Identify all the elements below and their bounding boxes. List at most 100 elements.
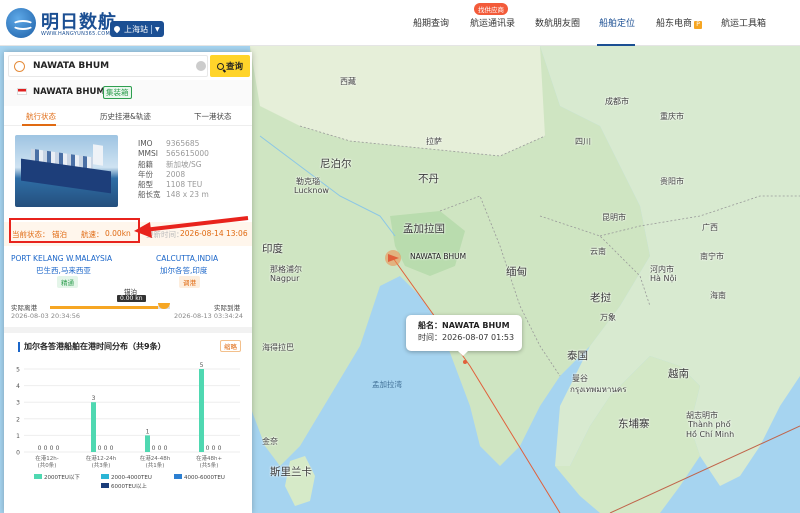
map-label: 南宁市: [700, 252, 724, 261]
bar-value-label: 5: [200, 362, 204, 369]
nav-item-directory[interactable]: 航运通讯录: [470, 16, 515, 30]
nav-item-shop[interactable]: 船东电商 P: [656, 16, 703, 30]
bar-value-label: 0: [56, 445, 60, 452]
popup-time-row: 时间：2026-08-07 01:53: [418, 332, 514, 344]
search-input[interactable]: [33, 59, 193, 73]
map-label: 不丹: [418, 173, 439, 185]
x-tick-label: (共0条): [38, 461, 57, 469]
chart-bar: [91, 402, 96, 452]
map-label: 尼泊尔: [320, 158, 352, 170]
map-label: 孟加拉湾: [372, 380, 402, 389]
clear-icon[interactable]: [196, 61, 206, 71]
station-selector[interactable]: 上海站 ▼: [110, 21, 164, 37]
legend-swatch: [101, 483, 109, 488]
to-port-tag: 调港: [179, 276, 200, 288]
info-value: 9365685: [166, 139, 200, 148]
ship-photo[interactable]: [15, 135, 118, 207]
legend-swatch: [34, 474, 42, 479]
info-value: 新加坡/SG: [166, 159, 202, 169]
collapse-button[interactable]: 缩略: [220, 340, 241, 352]
chart-bar: [145, 435, 150, 452]
info-row: IMO 9365685: [138, 139, 209, 149]
info-row: 年份 2008: [138, 170, 209, 180]
top-header: 明日数航 WWW.HANGYUN365.COM 上海站 ▼ 找供应商 船期查询 …: [0, 0, 800, 46]
map-label: 东埔寨: [618, 418, 650, 430]
ship-header: NAWATA BHUM 集装箱: [4, 80, 252, 106]
tab-history[interactable]: 历史挂港&轨迹: [100, 111, 151, 122]
voyage-progress-fill: [50, 306, 158, 309]
info-row: 船长宽 148 x 23 m: [138, 190, 209, 200]
ship-info: IMO 9365685 MMSI 565615000 船籍 新加坡/SG 年份 2008…: [138, 139, 209, 201]
dwell-time-chart: 0123450 0 0 0在港12h-(共0条)30 0 0在港12-24h(共3条)10…: [16, 362, 240, 490]
from-port[interactable]: PORT KELANG W.MALAYSIA: [11, 254, 112, 263]
bar-value-label: 0: [98, 445, 102, 452]
info-key: 船长宽: [138, 190, 161, 200]
legend-label: 2000TEU以下: [44, 474, 80, 481]
map-label: 印度: [262, 243, 283, 255]
x-tick-label: 在港24-48h: [140, 454, 171, 462]
info-row: 船籍 新加坡/SG: [138, 160, 209, 170]
ship-name: NAWATA BHUM: [33, 87, 105, 97]
from-port-cn: 巴生西,马来西亚: [36, 266, 91, 275]
ship-popup[interactable]: 船名：NAWATA BHUM 时间：2026-08-07 01:53: [406, 315, 522, 356]
map-label: 成都市: [605, 97, 629, 106]
x-tick-label: 在港12h-: [35, 454, 58, 462]
to-port[interactable]: CALCUTTA,INDIA: [156, 254, 218, 263]
map-label: 老挝: [590, 292, 611, 304]
map-label: 万象: [600, 313, 616, 322]
photo-bridge: [93, 144, 103, 166]
tab-next-port[interactable]: 下一港状态: [194, 111, 232, 122]
y-tick-label: 0: [16, 450, 20, 457]
map-label: 西藏: [340, 77, 356, 86]
bar-value-label: 3: [92, 395, 96, 402]
map-label: 昆明市: [602, 213, 626, 222]
info-key: MMSI: [138, 149, 158, 159]
search-button-label: 查询: [225, 62, 243, 72]
station-label: 上海站: [124, 24, 148, 34]
map-label: Hồ Chí Minh: [686, 430, 735, 439]
map-label: Thành phố: [688, 420, 731, 429]
red-arrow-annotation: [134, 216, 249, 238]
map-label: 孟加拉国: [403, 223, 445, 235]
legend-label: 6000TEU以上: [111, 482, 147, 490]
to-port-cn: 加尔各答,印度: [160, 266, 208, 275]
map-label: 云南: [590, 247, 606, 256]
info-value: 1108 TEU: [166, 180, 203, 190]
ship-map-tag[interactable]: NAWATA BHUM: [410, 252, 466, 261]
popup-time-label: 时间：: [418, 333, 442, 342]
location-pin-icon: [112, 24, 122, 34]
map-label: Hà Nội: [650, 274, 677, 283]
search-box[interactable]: [8, 55, 208, 77]
bar-value-label: 0: [218, 445, 222, 452]
x-tick-label: (共1条): [146, 461, 165, 469]
nav-item-shop-label: 船东电商: [656, 19, 693, 29]
tab-voyage-status[interactable]: 航行状态: [26, 111, 56, 122]
search-icon: [216, 62, 224, 70]
y-tick-label: 2: [16, 416, 20, 423]
map-label: 缅甸: [506, 266, 527, 278]
section-title: 加尔各答港船舶在港时间分布（共9条）: [18, 342, 166, 352]
nav-item-ship-position[interactable]: 船舶定位: [599, 16, 635, 30]
nav-item-moments[interactable]: 数航朋友圈: [535, 16, 580, 30]
map-label: 泰国: [567, 350, 588, 362]
x-tick-label: 在港12-24h: [86, 454, 117, 462]
search-button[interactable]: 查询: [210, 55, 250, 77]
bar-value-label: 0: [212, 445, 216, 452]
ship-tabs: 航行状态 历史挂港&轨迹 下一港状态: [4, 106, 252, 126]
chart-bar: [199, 369, 204, 452]
legend-swatch: [101, 474, 109, 479]
y-tick-label: 4: [16, 383, 20, 390]
section-divider: [4, 327, 252, 333]
chevron-down-icon: ▼: [155, 25, 160, 33]
legend-swatch: [174, 474, 182, 479]
popup-name-row: 船名：NAWATA BHUM: [418, 320, 510, 332]
nav-item-schedule[interactable]: 船期查询: [413, 16, 449, 30]
site-logo[interactable]: 明日数航 WWW.HANGYUN365.COM: [6, 6, 116, 40]
voyage-speed-tag: 0.00 kn: [117, 295, 146, 302]
x-tick-label: (共3条): [92, 461, 111, 469]
popup-name: NAWATA BHUM: [442, 321, 510, 330]
map-label: กรุงเทพมหานคร: [570, 385, 627, 394]
from-port-tag: 精通: [57, 276, 78, 288]
nav-item-toolbox[interactable]: 航运工具箱: [721, 16, 766, 30]
y-tick-label: 3: [16, 400, 20, 407]
